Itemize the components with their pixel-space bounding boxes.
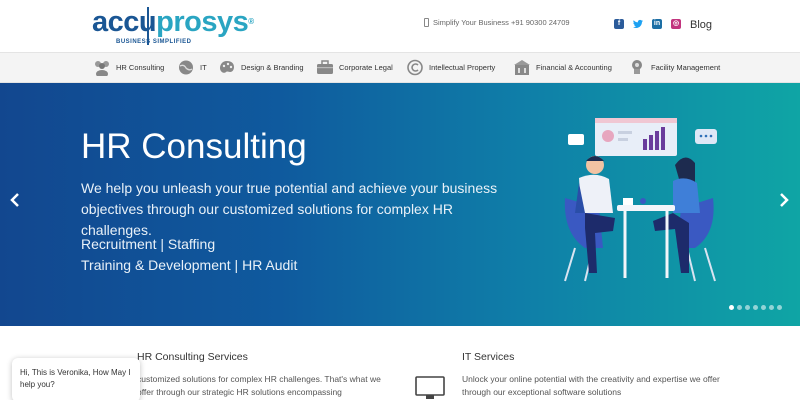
social-links: f in ◎: [614, 19, 681, 29]
nav-item-facility-management[interactable]: Facility Management: [628, 59, 720, 76]
carousel-next-button[interactable]: [779, 193, 789, 212]
nav-item-label: IT: [200, 63, 207, 72]
contact-info: Simplify Your Business +91 90300 24709: [424, 18, 570, 27]
carousel-dot[interactable]: [777, 305, 782, 310]
hero-service-line-2: Training & Development | HR Audit: [81, 257, 298, 273]
nav-item-corporate-legal[interactable]: Corporate Legal: [316, 59, 393, 76]
nav-item-label: Financial & Accounting: [536, 63, 612, 72]
logo-wordmark: accuprosys®: [92, 6, 254, 38]
nav-item-it[interactable]: IT: [177, 59, 207, 76]
it-services-description: Unlock your online potential with the cr…: [462, 374, 720, 397]
accuprosys-logo[interactable]: accuprosys® BUSINESS SIMPLIFIED: [92, 5, 254, 47]
hr-services-description: customized solutions for complex HR chal…: [137, 374, 381, 397]
nav-item-hr-consulting[interactable]: HR Consulting: [93, 59, 164, 76]
nav-item-label: Intellectual Property: [429, 63, 496, 72]
chevron-right-icon: [780, 193, 789, 207]
carousel-dot[interactable]: [745, 305, 750, 310]
carousel-dot[interactable]: [761, 305, 766, 310]
carousel-dot[interactable]: [753, 305, 758, 310]
instagram-icon[interactable]: ◎: [671, 19, 681, 29]
hero-subtitle: We help you unleash your true potential …: [81, 180, 498, 238]
hr-meeting-illustration: [564, 118, 717, 282]
people-icon: [95, 61, 109, 76]
main-nav: HR Consulting IT Design & Branding Corpo…: [0, 52, 800, 83]
globe-icon: [179, 60, 193, 75]
carousel-dot[interactable]: [737, 305, 742, 310]
nav-item-label: Design & Branding: [241, 63, 304, 72]
briefcase-icon: [317, 60, 333, 74]
it-services-title[interactable]: IT Services: [462, 351, 514, 363]
facebook-icon[interactable]: f: [614, 19, 624, 29]
nav-item-label: Corporate Legal: [339, 63, 393, 72]
hr-services-title[interactable]: HR Consulting Services: [137, 351, 248, 363]
hero-carousel: HR Consulting We help you unleash your t…: [0, 83, 800, 326]
contact-text: Simplify Your Business +91 90300 24709: [433, 18, 570, 27]
twitter-icon[interactable]: [633, 19, 643, 29]
carousel-dot[interactable]: [769, 305, 774, 310]
phone-icon: [424, 18, 429, 27]
facility-icon: [632, 60, 642, 74]
palette-icon: [220, 61, 234, 73]
finance-icon: [514, 60, 530, 75]
chat-widget-bubble[interactable]: Hi, This is Veronika, How May I help you…: [12, 358, 140, 400]
hero-title: HR Consulting: [81, 127, 307, 166]
nav-item-financial-accounting[interactable]: Financial & Accounting: [513, 59, 612, 76]
nav-item-design-branding[interactable]: Design & Branding: [218, 59, 304, 76]
chat-message: Hi, This is Veronika, How May I help you…: [20, 368, 131, 389]
carousel-dot[interactable]: [729, 305, 734, 310]
copyright-icon: [407, 59, 423, 76]
nav-item-label: Facility Management: [651, 63, 721, 72]
blog-link[interactable]: Blog: [690, 19, 712, 31]
monitor-icon: [415, 376, 445, 399]
site-header: accuprosys® BUSINESS SIMPLIFIED Simplify…: [0, 0, 800, 52]
linkedin-icon[interactable]: in: [652, 19, 662, 29]
logo-tagline: BUSINESS SIMPLIFIED: [116, 39, 192, 45]
carousel-prev-button[interactable]: [10, 193, 20, 212]
chevron-left-icon: [10, 193, 19, 207]
carousel-dots: [729, 305, 782, 310]
nav-item-label: HR Consulting: [116, 63, 165, 72]
hero-service-line-1: Recruitment | Staffing: [81, 236, 216, 252]
nav-item-intellectual-property[interactable]: Intellectual Property: [406, 59, 495, 76]
